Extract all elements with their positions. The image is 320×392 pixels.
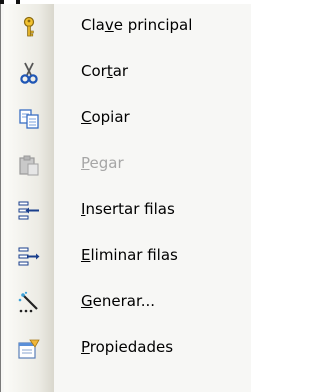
- delete-rows-icon: [18, 247, 40, 266]
- build-icon: [18, 291, 38, 313]
- menu-item-propiedades[interactable]: Propiedades: [1, 326, 252, 372]
- paste-icon: [19, 155, 39, 176]
- menu-item-pegar[interactable]: Pegar: [1, 142, 252, 188]
- menu-item-label: Clave principal: [81, 16, 193, 34]
- menu-item-cortar[interactable]: Cortar: [1, 50, 252, 96]
- menu-item-label: Propiedades: [81, 338, 174, 356]
- scissors-icon: [20, 62, 38, 84]
- menu-item-label: Generar...: [81, 292, 156, 310]
- insert-rows-icon: [18, 201, 39, 220]
- menu-item-eliminar-filas[interactable]: Eliminar filas: [1, 234, 252, 280]
- menu-item-label: Copiar: [81, 108, 130, 126]
- menu-item-label: Cortar: [81, 62, 129, 80]
- menu-item-clave-principal[interactable]: Clave principal: [1, 4, 252, 50]
- menu-item-label: Eliminar filas: [81, 246, 178, 264]
- context-menu: Clave principal Cortar Copiar Pegar Inse…: [0, 4, 251, 392]
- properties-icon: [18, 339, 40, 359]
- menu-item-label: Pegar: [81, 154, 124, 172]
- menu-item-label: Insertar filas: [81, 200, 175, 218]
- copy-icon: [19, 109, 39, 129]
- menu-item-copiar[interactable]: Copiar: [1, 96, 252, 142]
- key-icon: [23, 16, 35, 37]
- menu-item-generar[interactable]: Generar...: [1, 280, 252, 326]
- menu-item-insertar-filas[interactable]: Insertar filas: [1, 188, 252, 234]
